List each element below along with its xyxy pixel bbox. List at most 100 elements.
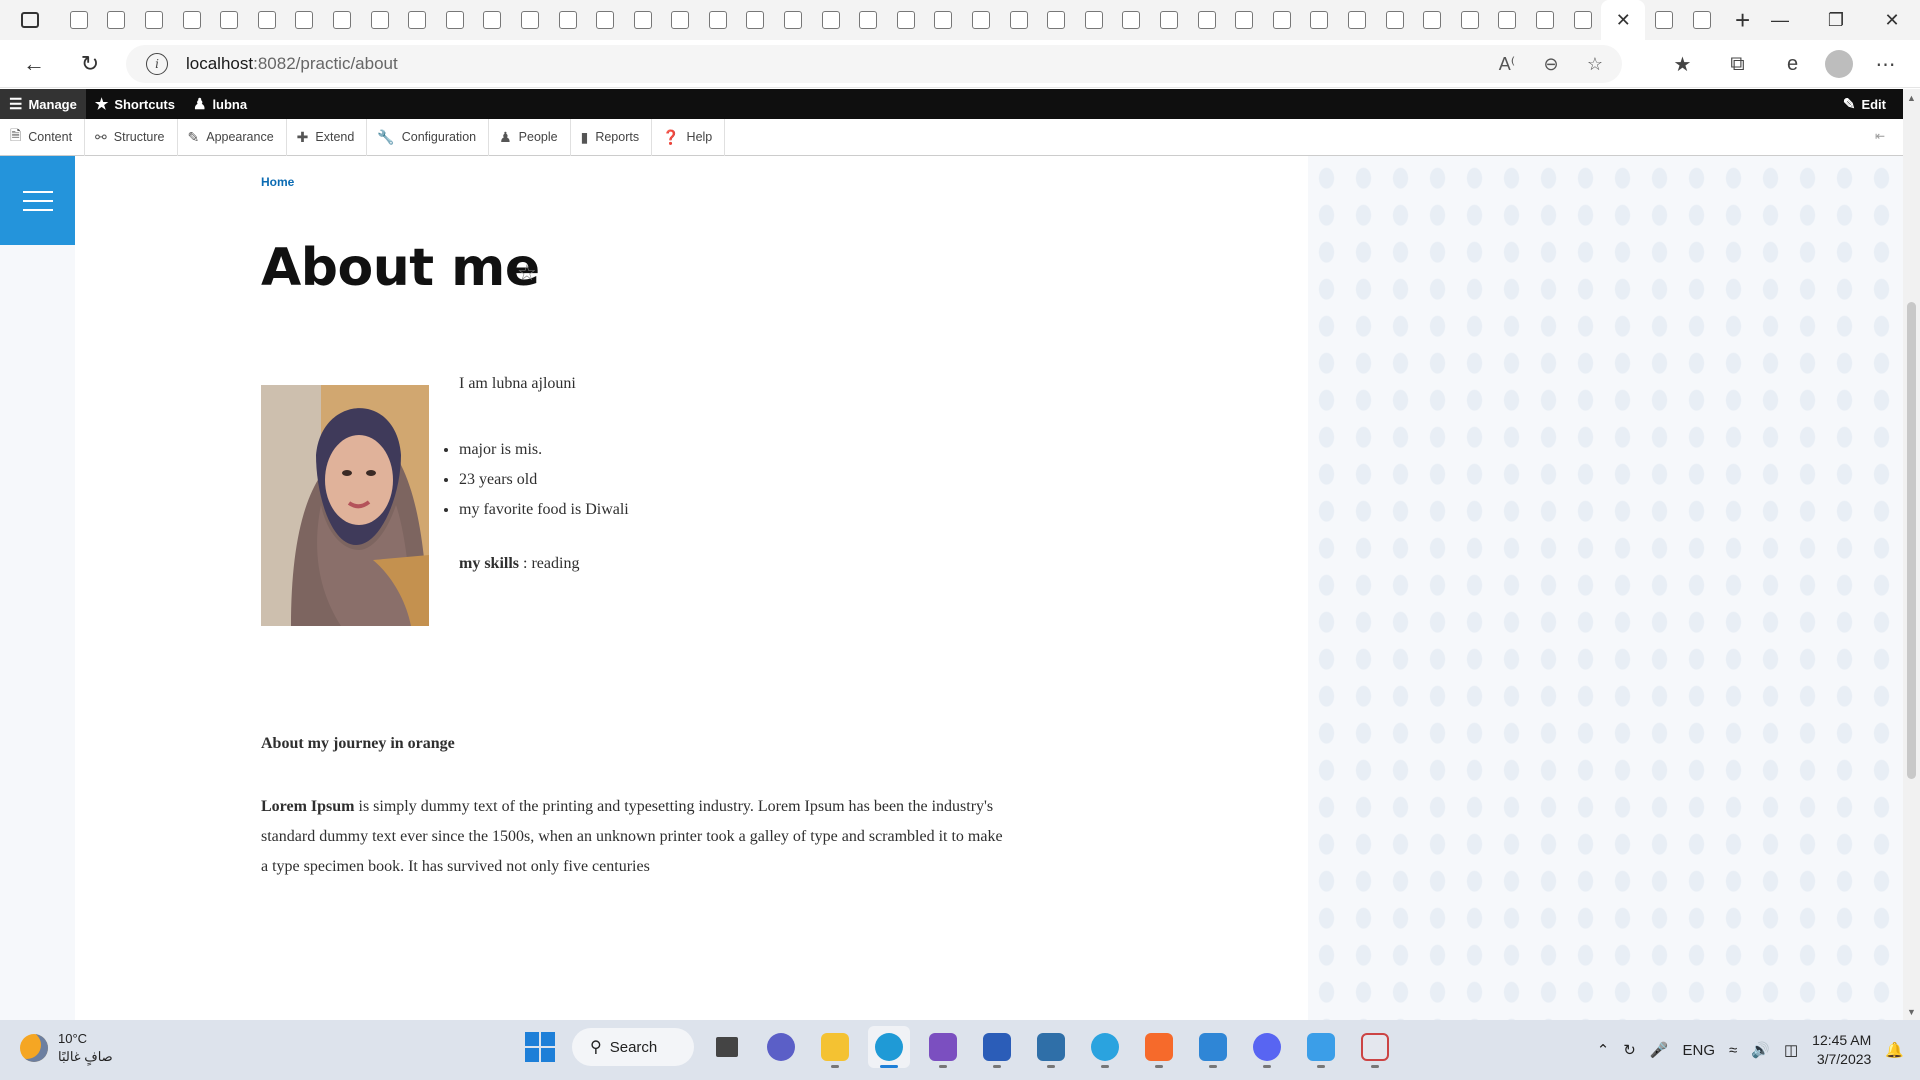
tray-item-content[interactable]: 🗎 Content bbox=[0, 118, 86, 156]
xampp-icon[interactable] bbox=[1138, 1026, 1180, 1068]
weather-widget[interactable]: 10°C صافٍ غالبًا bbox=[20, 1030, 113, 1066]
user-tab[interactable]: ♟ lubna bbox=[184, 89, 256, 119]
browser-tab[interactable] bbox=[586, 0, 624, 40]
taskbar-search[interactable]: ⚲ Search bbox=[572, 1028, 694, 1066]
zoom-out-icon[interactable]: ⊖ bbox=[1536, 49, 1566, 79]
manage-tab[interactable]: ☰ Manage bbox=[0, 89, 86, 119]
edit-toggle[interactable]: ✎ Edit bbox=[1834, 89, 1895, 119]
browser-tab[interactable] bbox=[1150, 0, 1188, 40]
browser-tab[interactable] bbox=[436, 0, 474, 40]
collections-icon[interactable]: ⧉ bbox=[1715, 44, 1760, 84]
browser-tab[interactable] bbox=[887, 0, 925, 40]
photos-icon[interactable] bbox=[1030, 1026, 1072, 1068]
tray-item-configuration[interactable]: 🔧 Configuration bbox=[367, 118, 490, 156]
browser-tab[interactable] bbox=[624, 0, 662, 40]
browser-tab[interactable] bbox=[1188, 0, 1226, 40]
tray-orientation-toggle-icon[interactable]: ⇤ bbox=[1875, 129, 1893, 145]
notepad-icon[interactable] bbox=[1300, 1026, 1342, 1068]
task-view-icon[interactable] bbox=[706, 1026, 748, 1068]
browser-tab[interactable] bbox=[962, 0, 1000, 40]
browser-tab[interactable] bbox=[1526, 0, 1564, 40]
file-explorer-icon[interactable] bbox=[814, 1026, 856, 1068]
visual-studio-icon[interactable] bbox=[922, 1026, 964, 1068]
browser-tab[interactable] bbox=[173, 0, 211, 40]
close-window-icon[interactable]: ✕ bbox=[1864, 0, 1920, 40]
active-browser-tab[interactable]: ✕ bbox=[1601, 0, 1646, 40]
browser-tab[interactable] bbox=[1225, 0, 1263, 40]
scroll-down-icon[interactable]: ▼ bbox=[1903, 1003, 1920, 1020]
scroll-up-icon[interactable]: ▲ bbox=[1903, 89, 1920, 106]
browser-tab[interactable] bbox=[1413, 0, 1451, 40]
browser-tab[interactable] bbox=[1683, 0, 1721, 40]
browser-tab[interactable] bbox=[248, 0, 286, 40]
tab-actions-icon[interactable] bbox=[0, 0, 60, 40]
microphone-icon[interactable]: 🎤 bbox=[1650, 1041, 1669, 1059]
battery-icon[interactable]: ◫ bbox=[1784, 1041, 1798, 1059]
browser-tab[interactable] bbox=[1645, 0, 1683, 40]
tray-item-structure[interactable]: ⚯ Structure bbox=[85, 118, 178, 156]
start-button[interactable] bbox=[520, 1027, 560, 1067]
settings-more-icon[interactable]: ⋯ bbox=[1863, 44, 1908, 84]
minimize-icon[interactable]: — bbox=[1752, 0, 1808, 40]
site-info-icon[interactable]: i bbox=[146, 53, 168, 75]
refresh-icon[interactable]: ↻ bbox=[68, 44, 112, 84]
browser-tab[interactable] bbox=[737, 0, 775, 40]
volume-icon[interactable]: 🔊 bbox=[1751, 1041, 1770, 1059]
browser-tab[interactable] bbox=[398, 0, 436, 40]
wifi-icon[interactable]: ≈ bbox=[1729, 1042, 1737, 1059]
back-arrow-icon[interactable]: ← bbox=[12, 44, 56, 84]
browser-tab[interactable] bbox=[1489, 0, 1527, 40]
scrollbar-thumb[interactable] bbox=[1907, 302, 1916, 779]
browser-tab[interactable] bbox=[1263, 0, 1301, 40]
browser-tab[interactable] bbox=[1376, 0, 1414, 40]
close-tab-icon[interactable]: ✕ bbox=[1614, 10, 1632, 30]
browser-tab[interactable] bbox=[361, 0, 399, 40]
browser-tab[interactable] bbox=[286, 0, 324, 40]
browser-tab[interactable] bbox=[1338, 0, 1376, 40]
browser-tab[interactable] bbox=[1301, 0, 1339, 40]
tray-item-extend[interactable]: ✚ Extend bbox=[287, 118, 368, 156]
browser-tab[interactable] bbox=[1113, 0, 1151, 40]
mobile-menu-button[interactable] bbox=[0, 156, 75, 245]
browser-tab[interactable] bbox=[60, 0, 98, 40]
browser-tab[interactable] bbox=[210, 0, 248, 40]
notifications-icon[interactable]: 🔔 bbox=[1885, 1041, 1904, 1059]
browser-tab[interactable] bbox=[98, 0, 136, 40]
page-scrollbar[interactable]: ▲ ▼ bbox=[1903, 89, 1920, 1020]
snipping-tool-icon[interactable] bbox=[1354, 1026, 1396, 1068]
browser-tab[interactable] bbox=[774, 0, 812, 40]
browser-tab[interactable] bbox=[135, 0, 173, 40]
favorites-icon[interactable]: ★ bbox=[1660, 44, 1705, 84]
browser-tab[interactable] bbox=[474, 0, 512, 40]
language-indicator[interactable]: ENG bbox=[1683, 1042, 1716, 1059]
url-text[interactable]: localhost:8082/practic/about bbox=[186, 54, 398, 74]
profile-avatar[interactable] bbox=[1825, 50, 1853, 78]
tray-item-appearance[interactable]: ✎ Appearance bbox=[178, 118, 287, 156]
browser-tab[interactable] bbox=[662, 0, 700, 40]
window-app-icon[interactable] bbox=[1192, 1026, 1234, 1068]
browser-tab[interactable] bbox=[1564, 0, 1602, 40]
browser-tab[interactable] bbox=[1451, 0, 1489, 40]
bookmark-star-icon[interactable]: ☆ bbox=[517, 260, 537, 286]
chat-app-icon[interactable] bbox=[760, 1026, 802, 1068]
browser-tab[interactable] bbox=[323, 0, 361, 40]
browser-tab[interactable] bbox=[1000, 0, 1038, 40]
browser-tab[interactable] bbox=[925, 0, 963, 40]
browser-tab[interactable] bbox=[812, 0, 850, 40]
favorite-add-icon[interactable]: ☆ bbox=[1580, 49, 1610, 79]
sync-icon[interactable]: ↻ bbox=[1623, 1041, 1636, 1059]
chevron-up-icon[interactable]: ⌃ bbox=[1597, 1041, 1610, 1059]
telegram-icon[interactable] bbox=[1084, 1026, 1126, 1068]
shortcuts-tab[interactable]: ★ Shortcuts bbox=[86, 89, 184, 119]
read-aloud-icon[interactable]: A⁽ bbox=[1492, 49, 1522, 79]
browser-tab[interactable] bbox=[699, 0, 737, 40]
url-field[interactable]: i localhost:8082/practic/about A⁽ ⊖ ☆ bbox=[126, 45, 1622, 83]
browser-tab[interactable] bbox=[1037, 0, 1075, 40]
browser-tab[interactable] bbox=[849, 0, 887, 40]
edge-browser-icon[interactable] bbox=[868, 1026, 910, 1068]
tray-item-reports[interactable]: ▮ Reports bbox=[571, 118, 653, 156]
clock[interactable]: 12:45 AM 3/7/2023 bbox=[1812, 1031, 1871, 1069]
browser-tab[interactable] bbox=[511, 0, 549, 40]
restore-icon[interactable]: ❐ bbox=[1808, 0, 1864, 40]
browser-tab[interactable] bbox=[549, 0, 587, 40]
